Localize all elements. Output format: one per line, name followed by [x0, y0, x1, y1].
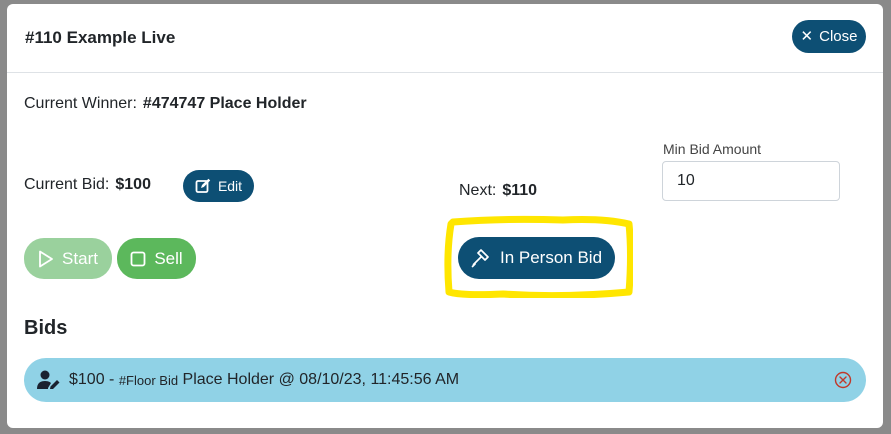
modal-header: #110 Example Live ✕ Close [7, 4, 883, 73]
next-value: $110 [502, 182, 538, 199]
current-winner-value: #474747 Place Holder [142, 95, 307, 112]
current-bid-value: $100 [115, 176, 151, 193]
next-label: Next: [459, 182, 497, 199]
auction-modal: #110 Example Live ✕ Close Current Winner… [7, 4, 883, 428]
edit-icon [195, 178, 211, 193]
in-person-bid-label: In Person Bid [499, 248, 603, 267]
user-edit-icon [37, 370, 60, 389]
start-label: Start [62, 248, 98, 268]
gavel-icon [471, 249, 489, 268]
bid-tag: #Floor Bid [118, 372, 179, 388]
current-bid: Current Bid: $100 [24, 176, 151, 194]
bid-list-item: $100 - #Floor Bid Place Holder @ 08/10/2… [24, 358, 866, 402]
play-icon [39, 250, 53, 267]
close-label: Close [819, 28, 858, 45]
bids-heading: Bids [24, 317, 68, 339]
sell-button[interactable]: Sell [117, 238, 196, 279]
current-bid-label: Current Bid: [24, 176, 110, 193]
next-bid: Next: $110 [459, 182, 537, 200]
bid-amount: $100 - [69, 371, 115, 388]
start-button[interactable]: Start [24, 238, 112, 279]
square-icon [130, 251, 146, 266]
min-bid-input[interactable] [662, 161, 840, 201]
min-bid-label: Min Bid Amount [663, 141, 762, 157]
edit-bid-button[interactable]: Edit [183, 170, 254, 202]
current-winner-label: Current Winner: [24, 95, 137, 112]
sell-label: Sell [154, 248, 183, 268]
bid-detail: Place Holder @ 08/10/23, 11:45:56 AM [182, 371, 460, 388]
modal-title: #110 Example Live [25, 28, 176, 47]
close-button[interactable]: ✕ Close [792, 20, 866, 53]
remove-circle-icon[interactable] [834, 371, 852, 389]
in-person-bid-button[interactable]: In Person Bid [458, 237, 615, 279]
edit-label: Edit [217, 178, 243, 194]
close-icon: ✕ [800, 28, 814, 45]
current-winner: Current Winner: #474747 Place Holder [24, 95, 307, 113]
